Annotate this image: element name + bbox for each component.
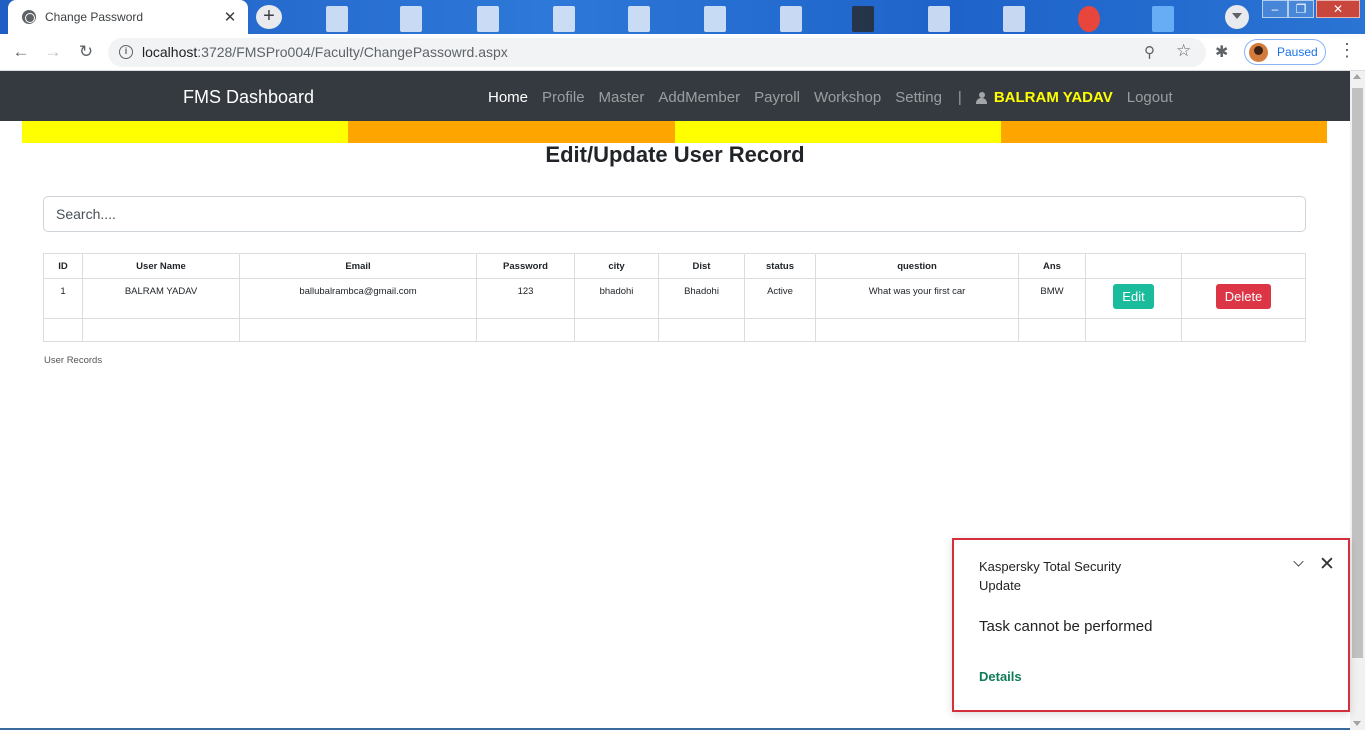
col-delete [1181, 253, 1306, 279]
url-text[interactable]: localhost:3728/FMSPro004/Faculty/ChangeP… [142, 44, 508, 60]
nav-addmember[interactable]: AddMember [658, 89, 740, 106]
cell-ans: BMW [1018, 278, 1086, 319]
globe-icon [22, 10, 36, 24]
stripe-orange [1000, 121, 1327, 143]
desktop-file-icon [553, 6, 575, 32]
col-user-name: User Name [82, 253, 240, 279]
chrome-icon [1078, 6, 1100, 32]
col-ans: Ans [1018, 253, 1086, 279]
desktop-file-icon [1003, 6, 1025, 32]
col-email: Email [239, 253, 477, 279]
desktop-app-icon [852, 6, 874, 32]
cell-edit: Edit [1085, 278, 1182, 319]
address-bar[interactable]: i localhost:3728/FMSPro004/Faculty/Chang… [108, 38, 1206, 67]
browser-tab[interactable]: Change Password ✕ [8, 0, 248, 34]
avatar [1249, 43, 1268, 62]
site-info-icon[interactable]: i [119, 45, 133, 59]
cell-city: bhadohi [574, 278, 659, 319]
cell-question: What was your first car [815, 278, 1019, 319]
edit-button[interactable]: Edit [1113, 284, 1154, 309]
page-title: Edit/Update User Record [545, 142, 805, 167]
desktop-file-icon [628, 6, 650, 32]
stripe-yellow [674, 121, 1001, 143]
reload-icon[interactable]: ↻ [74, 41, 98, 65]
restore-button[interactable]: ❐ [1288, 0, 1314, 18]
table-row: 1 BALRAM YADAV ballubalrambca@gmail.com … [43, 278, 1306, 319]
tab-title: Change Password [45, 10, 144, 24]
nav-master[interactable]: Master [599, 89, 645, 106]
col-question: question [815, 253, 1019, 279]
forward-arrow-icon[interactable]: → [41, 41, 65, 65]
tab-search-icon[interactable] [1225, 5, 1249, 29]
profile-button[interactable]: Paused [1244, 39, 1326, 65]
stripe-orange [348, 121, 675, 143]
scroll-up-icon[interactable] [1353, 74, 1361, 79]
col-dist: Dist [658, 253, 745, 279]
desktop-file-icon [928, 6, 950, 32]
col-password: Password [476, 253, 575, 279]
cell-password: 123 [476, 278, 575, 319]
new-tab-button[interactable]: + [256, 5, 282, 29]
browser-menu-icon[interactable]: ⋮ [1338, 40, 1356, 61]
close-icon[interactable]: ✕ [1319, 555, 1335, 574]
extensions-puzzle-icon[interactable]: ✱ [1215, 42, 1228, 62]
cell-status: Active [744, 278, 816, 319]
stripe-yellow [22, 121, 349, 143]
desktop-file-icon [477, 6, 499, 32]
table-header-row: ID User Name Email Password city Dist st… [43, 253, 1306, 279]
notification-toast[interactable]: Kaspersky Total Security Update ✕ Task c… [952, 538, 1350, 712]
browser-tabstrip: Change Password ✕ + – ❐ ✕ [0, 0, 1365, 34]
nav-setting[interactable]: Setting [895, 89, 942, 106]
search-input[interactable] [43, 196, 1306, 232]
col-status: status [744, 253, 816, 279]
desktop-app-icon [1152, 6, 1174, 32]
cell-delete: Delete [1181, 278, 1306, 319]
cell-user-name: BALRAM YADAV [82, 278, 240, 319]
zoom-icon[interactable]: ⚲ [1144, 43, 1155, 61]
toast-message: Task cannot be performed [979, 618, 1153, 635]
scrollbar-thumb[interactable] [1352, 88, 1363, 658]
col-id: ID [43, 253, 83, 279]
top-navbar: FMS Dashboard Home Profile Master AddMem… [0, 71, 1350, 121]
minimize-button[interactable]: – [1262, 0, 1288, 18]
col-city: city [574, 253, 659, 279]
cell-email: ballubalrambca@gmail.com [239, 278, 477, 319]
nav-workshop[interactable]: Workshop [814, 89, 881, 106]
bookmark-star-icon[interactable]: ☆ [1176, 41, 1191, 61]
profile-status: Paused [1277, 45, 1318, 59]
details-link[interactable]: Details [979, 669, 1022, 684]
color-stripes [22, 121, 1327, 143]
user-name: BALRAM YADAV [993, 89, 1113, 106]
nav-user[interactable]: BALRAM YADAV [975, 89, 1113, 106]
chevron-down-icon[interactable] [1293, 556, 1304, 567]
user-icon [975, 91, 987, 104]
scroll-down-icon[interactable] [1353, 721, 1361, 726]
close-window-button[interactable]: ✕ [1316, 0, 1360, 18]
desktop-file-icon [780, 6, 802, 32]
nav-home[interactable]: Home [488, 89, 528, 106]
toast-subtitle: Update [979, 578, 1021, 593]
cell-id: 1 [43, 278, 83, 319]
table-caption: User Records [44, 355, 103, 366]
table-footer-row [43, 318, 1306, 342]
nav-payroll[interactable]: Payroll [754, 89, 800, 106]
nav-logout[interactable]: Logout [1127, 89, 1173, 106]
col-edit [1085, 253, 1182, 279]
cell-dist: Bhadohi [658, 278, 745, 319]
brand-link[interactable]: FMS Dashboard [183, 87, 314, 108]
nav-separator: | [957, 89, 962, 106]
page-scrollbar[interactable] [1350, 71, 1365, 730]
toast-app-name: Kaspersky Total Security [979, 559, 1122, 574]
desktop-file-icon [400, 6, 422, 32]
user-records-table: ID User Name Email Password city Dist st… [43, 253, 1306, 342]
close-tab-icon[interactable]: ✕ [222, 8, 238, 26]
nav-links: Home Profile Master AddMember Payroll Wo… [488, 89, 1187, 106]
back-arrow-icon[interactable]: ← [9, 41, 33, 65]
browser-toolbar: ← → ↻ i localhost:3728/FMSPro004/Faculty… [0, 34, 1365, 71]
desktop-file-icon [326, 6, 348, 32]
delete-button[interactable]: Delete [1215, 284, 1272, 309]
desktop-file-icon [704, 6, 726, 32]
nav-profile[interactable]: Profile [542, 89, 585, 106]
